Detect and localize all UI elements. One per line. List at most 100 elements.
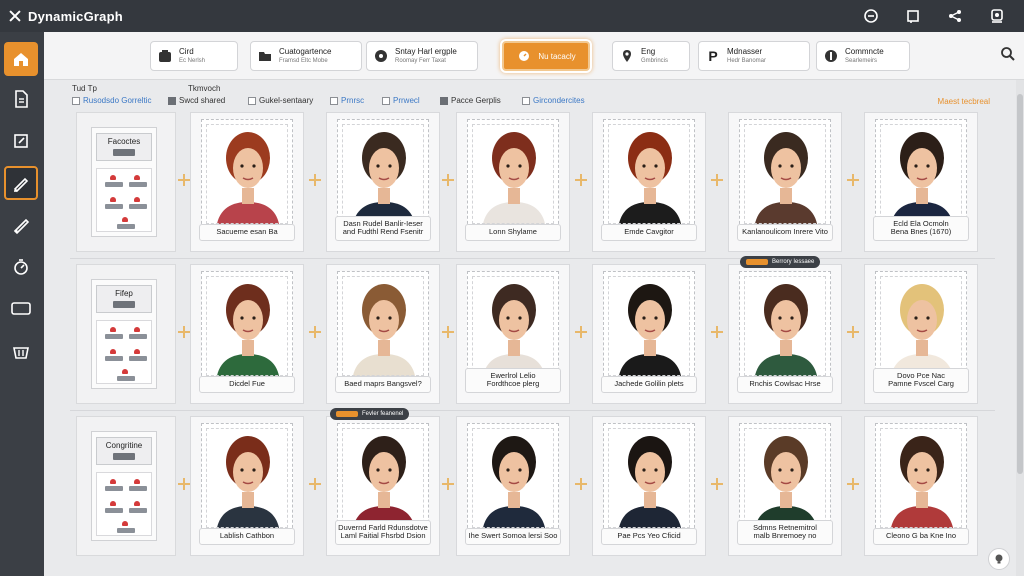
checkbox-box[interactable] — [168, 96, 176, 105]
share-icon[interactable] — [946, 7, 964, 25]
sidebar-item-external-link[interactable] — [4, 124, 38, 158]
node-icon[interactable] — [127, 349, 149, 363]
group-toggle[interactable] — [113, 453, 135, 460]
filter-checkbox[interactable]: Pacce Gerplis — [440, 96, 501, 105]
portrait-card[interactable]: Duvernd Farld Rdunsdotve Laml Faitial Fh… — [326, 416, 440, 556]
filter-checkbox[interactable]: Prnrsc — [330, 96, 364, 105]
group-title: Fifep — [115, 289, 133, 298]
home-icon — [14, 53, 28, 66]
checkbox-box[interactable] — [440, 96, 448, 105]
node-icon[interactable] — [103, 479, 125, 493]
sidebar-item-brush[interactable] — [4, 208, 38, 242]
node-icon[interactable] — [127, 197, 149, 211]
node-icon[interactable] — [127, 479, 149, 493]
node-icon[interactable] — [127, 501, 149, 515]
search-icon[interactable] — [1000, 46, 1020, 66]
node-icon[interactable] — [115, 369, 137, 383]
badge-icon[interactable] — [988, 7, 1006, 25]
portrait-card[interactable]: Pae Pcs Yeo Cficid — [592, 416, 706, 556]
portrait-frame — [739, 271, 831, 381]
filter-checkbox[interactable]: Rusodsdo Gorreltic — [72, 96, 151, 105]
frame-icon[interactable] — [904, 7, 922, 25]
portrait-caption: Ewerlrol Lelio Fordthcoe plerg — [465, 367, 561, 393]
portrait-card[interactable]: Ihe Swert Somoa lersi Soo — [456, 416, 570, 556]
filter-checkbox[interactable]: Gircondercites — [522, 96, 585, 105]
checkbox-box[interactable] — [330, 96, 338, 105]
toolbar-button-cird[interactable]: Cird Ec Nerlsh — [150, 41, 238, 71]
sidebar-item-document[interactable] — [4, 82, 38, 116]
portrait-card[interactable]: Jachede Golilin plets — [592, 264, 706, 404]
node-icon[interactable] — [103, 349, 125, 363]
connector-icon — [575, 174, 587, 186]
checkbox-label: Swcd shared — [179, 96, 226, 105]
node-icon[interactable] — [115, 217, 137, 231]
node-icon[interactable] — [127, 175, 149, 189]
smile-icon[interactable] — [862, 7, 880, 25]
sidebar-item-timer[interactable] — [4, 250, 38, 284]
connector-icon — [847, 478, 859, 490]
status-pill: Berrory Iessaee — [740, 256, 821, 268]
sidebar-item-pen[interactable] — [4, 166, 38, 200]
toolbar-button-title: Nu tacacly — [538, 51, 576, 61]
group-toggle[interactable] — [113, 301, 135, 308]
toolbar-button-cuatogartence[interactable]: Cuatogartence Framsd Eltc Mobe — [250, 41, 362, 71]
connector-icon — [575, 478, 587, 490]
reset-link[interactable]: Maest tecbreal — [938, 97, 990, 106]
portrait-card[interactable]: Emde Cavgitor — [592, 112, 706, 252]
checkbox-box[interactable] — [248, 96, 256, 105]
portrait-frame — [467, 119, 559, 229]
group-label: Facoctes — [96, 133, 152, 161]
group-panel: Facoctes — [91, 127, 157, 237]
portrait-card[interactable]: Rnchis Cowlsac Hrse — [728, 264, 842, 404]
group-card[interactable]: Fifep — [76, 264, 176, 404]
portrait-card[interactable]: Sdmns Retnemitrol malb Bnremoey no — [728, 416, 842, 556]
vertical-scrollbar[interactable] — [1016, 80, 1024, 576]
node-icon[interactable] — [127, 327, 149, 341]
toolbar-button-mdnasser[interactable]: P Mdnasser Hedr Banomar — [698, 41, 810, 71]
filter-checkbox[interactable]: Gukel-sentaary — [248, 96, 313, 105]
portrait-card[interactable]: Lablish Cathbon — [190, 416, 304, 556]
portrait-caption: Dicdel Fue — [199, 376, 295, 393]
checkbox-box[interactable] — [522, 96, 530, 105]
sidebar-item-chat[interactable] — [4, 292, 38, 326]
checkbox-box[interactable] — [382, 96, 390, 105]
portrait-card[interactable]: Sacueme esan Ba — [190, 112, 304, 252]
portrait-image — [890, 436, 954, 532]
portrait-card[interactable]: Baed maprs Bangsvel? — [326, 264, 440, 404]
portrait-frame — [875, 423, 967, 533]
portrait-card[interactable]: Kanlanoulicom Inrere Vito — [728, 112, 842, 252]
group-card[interactable]: Facoctes — [76, 112, 176, 252]
toolbar-button-primary[interactable]: Nu tacacly — [502, 41, 590, 71]
node-icon[interactable] — [103, 501, 125, 515]
toolbar-button-sntay[interactable]: Sntay Harl ergple Roomay Ferr Taxat — [366, 41, 478, 71]
portrait-card[interactable]: Dasn Rudel Banlir-Ieser and Fudthl Rend … — [326, 112, 440, 252]
scrollbar-thumb[interactable] — [1017, 94, 1023, 474]
sidebar-item-home[interactable] — [4, 42, 38, 76]
portrait-card[interactable]: Dicdel Fue — [190, 264, 304, 404]
portrait-frame — [467, 271, 559, 381]
toolbar-button-subtitle: Roomay Ferr Taxat — [395, 58, 446, 64]
checkbox-box[interactable] — [72, 96, 80, 105]
node-icon[interactable] — [103, 197, 125, 211]
group-toggle[interactable] — [113, 149, 135, 156]
portrait-card[interactable]: Dovo Pce Nac Pamne Fvscel Carg — [864, 264, 978, 404]
portrait-card[interactable]: Ecld Ela Ocmoln Bena Bnes (1670) — [864, 112, 978, 252]
toolbar-button-eng[interactable]: Eng Gmbrincis — [612, 41, 690, 71]
portrait-card[interactable]: Lonn Shylame — [456, 112, 570, 252]
portrait-image — [216, 284, 280, 380]
portrait-card[interactable]: Ewerlrol Lelio Fordthcoe plerg — [456, 264, 570, 404]
sidebar-item-basket[interactable] — [4, 334, 38, 368]
group-items — [96, 320, 152, 384]
filter-checkbox[interactable]: Swcd shared — [168, 96, 225, 105]
node-icon[interactable] — [103, 175, 125, 189]
group-title: Congritine — [105, 441, 143, 450]
portrait-card[interactable]: Cleono G ba Kne Ino — [864, 416, 978, 556]
help-button[interactable] — [988, 548, 1010, 570]
node-icon[interactable] — [115, 521, 137, 535]
group-card[interactable]: Congritine — [76, 416, 176, 556]
filter-checkbox[interactable]: Prrwecl — [382, 96, 420, 105]
portrait-image — [618, 436, 682, 532]
toolbar-button-title: Cuatogartence — [279, 47, 332, 56]
toolbar-button-commncte[interactable]: Commncte Searlemeirs — [816, 41, 910, 71]
node-icon[interactable] — [103, 327, 125, 341]
